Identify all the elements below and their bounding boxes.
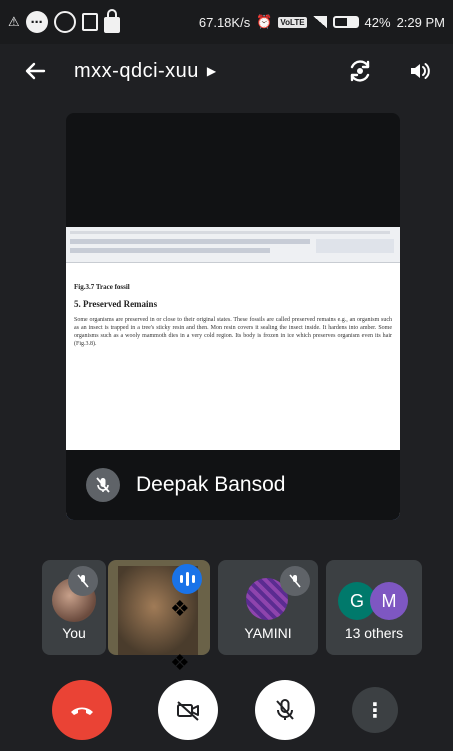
- participant-others[interactable]: G M 13 others: [326, 560, 422, 655]
- meeting-header: mxx-qdci-xuu ▶: [0, 44, 453, 98]
- participant-label: 13 others: [344, 625, 404, 641]
- participant-yamini[interactable]: YAMINI: [218, 560, 318, 655]
- move-cursor-icon: ❖: [170, 596, 190, 621]
- participant-video[interactable]: [108, 560, 210, 655]
- signal-icon: [312, 16, 327, 28]
- hang-up-icon: [71, 707, 93, 715]
- participant-you[interactable]: You: [42, 560, 106, 655]
- switch-camera-button[interactable]: [345, 56, 375, 86]
- toggle-camera-button[interactable]: [158, 680, 218, 740]
- doc-heading: 5. Preserved Remains: [74, 299, 158, 309]
- whatsapp-icon: [53, 11, 76, 33]
- avatar-initial: M: [370, 582, 408, 620]
- volte-badge: VoLTE: [278, 16, 307, 28]
- arrow-left-icon: [25, 62, 46, 80]
- document-ribbon: [66, 227, 400, 263]
- clock: 2:29 PM: [396, 14, 445, 30]
- more-options-button[interactable]: ⋮: [352, 687, 398, 733]
- chevron-right-icon[interactable]: ▶: [207, 64, 216, 78]
- meeting-code[interactable]: mxx-qdci-xuu: [74, 60, 199, 83]
- doc-paragraph: Some organisms are preserved in or close…: [74, 317, 392, 347]
- mic-off-icon: [280, 566, 310, 596]
- document-content: Fig.3.7 Trace fossil 5. Preserved Remain…: [74, 283, 392, 348]
- call-controls: ⋮: [0, 670, 453, 751]
- presentation-tile[interactable]: Fig.3.7 Trace fossil 5. Preserved Remain…: [66, 113, 400, 520]
- notification-icon: [81, 13, 98, 31]
- presenter-name: Deepak Bansod: [136, 473, 286, 496]
- mic-off-icon: [68, 566, 98, 596]
- message-icon: ⋯: [25, 11, 48, 33]
- alarm-icon: ⏰: [256, 14, 273, 29]
- lock-icon: [103, 9, 120, 33]
- back-button[interactable]: [18, 54, 52, 88]
- warning-icon: ⚠: [8, 14, 20, 29]
- battery-percent: 42%: [364, 14, 391, 30]
- camera-off-icon: [177, 701, 199, 721]
- more-vert-icon: ⋮: [365, 699, 385, 722]
- network-speed: 67.18K/s: [198, 14, 251, 30]
- doc-figure-caption: Fig.3.7 Trace fossil: [74, 283, 130, 291]
- battery-icon: [332, 16, 359, 28]
- presenter-bar: Deepak Bansod: [66, 450, 400, 520]
- mic-off-icon: [276, 699, 294, 720]
- end-call-button[interactable]: [52, 680, 112, 740]
- switch-camera-icon: [350, 60, 370, 82]
- toggle-mic-button[interactable]: [255, 680, 315, 740]
- audio-output-button[interactable]: [405, 56, 435, 86]
- speaker-icon: [411, 63, 430, 79]
- participant-label: YAMINI: [244, 625, 292, 641]
- status-bar: ⚠ ⋯ 67.18K/s ⏰ VoLTE 42% 2:29 PM: [0, 0, 453, 44]
- participant-strip: You YAMINI G M 13 others: [42, 560, 422, 655]
- mic-off-icon: [86, 468, 120, 502]
- participant-label: You: [62, 625, 86, 641]
- speaking-indicator-icon: [172, 564, 202, 594]
